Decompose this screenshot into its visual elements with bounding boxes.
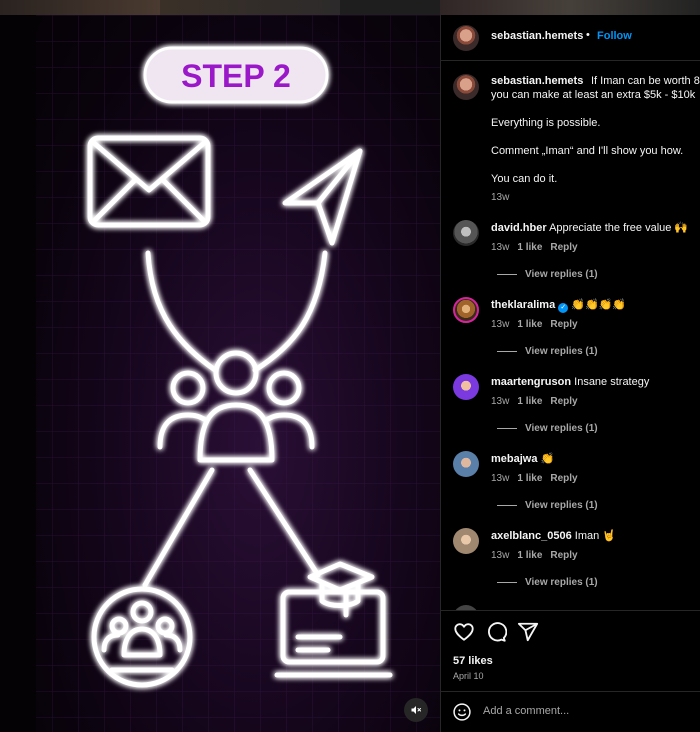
add-comment-input[interactable]: Add a comment... xyxy=(483,705,569,717)
post-footer: 57 likes April 10 Add a comment... xyxy=(441,610,700,732)
separator-dot: • xyxy=(586,29,590,41)
reply-button[interactable]: Reply xyxy=(550,396,577,407)
author-avatar[interactable] xyxy=(453,25,479,51)
speaker-muted-icon xyxy=(411,706,421,714)
comment-username[interactable]: david.hber xyxy=(491,222,547,234)
view-replies-button[interactable]: View replies (1) xyxy=(497,423,598,434)
comment-likes[interactable]: 1 like xyxy=(517,242,542,253)
comment-meta: 13w 1 like Reply xyxy=(491,473,578,484)
comment-likes[interactable]: 1 like xyxy=(517,473,542,484)
neon-diagram: STEP 2 xyxy=(36,15,440,732)
comment-time[interactable]: 13w xyxy=(491,396,509,407)
caption-time[interactable]: 13w xyxy=(491,192,509,203)
comment-meta: 13w 1 like Reply xyxy=(491,319,578,330)
comment-meta: 13w 1 like Reply xyxy=(491,396,578,407)
comment-row: maartengruson Insane strategy xyxy=(491,375,649,389)
comment-text: 👏👏👏👏 xyxy=(571,299,627,311)
caption-username[interactable]: sebastian.hemets xyxy=(491,74,583,88)
author-username[interactable]: sebastian.hemets xyxy=(491,30,583,42)
view-replies-button[interactable]: View replies (1) xyxy=(497,577,598,588)
comment-text: Iman 🤘 xyxy=(574,530,617,542)
post-sidebar: sebastian.hemets • Follow sebastian.heme… xyxy=(440,15,700,732)
comment-time[interactable]: 13w xyxy=(491,319,509,330)
action-bar xyxy=(453,621,539,645)
comment-likes[interactable]: 1 like xyxy=(517,319,542,330)
view-replies-button[interactable]: View replies (1) xyxy=(497,346,598,357)
add-comment-bar: Add a comment... xyxy=(441,691,700,732)
post-date[interactable]: April 10 xyxy=(453,671,484,681)
comment-avatar[interactable] xyxy=(453,297,479,323)
step-label: STEP 2 xyxy=(181,58,291,94)
smile-icon[interactable] xyxy=(452,702,472,722)
comment-avatar[interactable] xyxy=(453,374,479,400)
caption-paragraph-3: Comment „Iman“ and I'll show you how. xyxy=(491,145,684,157)
comment-time[interactable]: 13w xyxy=(491,473,509,484)
likes-count[interactable]: 57 likes xyxy=(453,655,493,667)
share-icon[interactable] xyxy=(517,621,539,643)
heart-icon[interactable] xyxy=(453,621,475,643)
post-video[interactable]: STEP 2 xyxy=(0,15,440,732)
mute-button[interactable] xyxy=(404,698,428,722)
caption-avatar[interactable] xyxy=(453,74,479,100)
comment-row: axelblanc_0506 Iman 🤘 xyxy=(491,529,616,543)
caption-paragraph-2: Everything is possible. xyxy=(491,117,601,129)
comment-username[interactable]: maartengruson xyxy=(491,376,571,388)
comment-meta: 13w 1 like Reply xyxy=(491,550,578,561)
comment-username[interactable]: theklaralima xyxy=(491,299,555,311)
comment-row: theklaralima ✓ 👏👏👏👏 xyxy=(491,298,626,313)
comment-row: david.hber Appreciate the free value 🙌 xyxy=(491,221,688,235)
comment-time[interactable]: 13w xyxy=(491,550,509,561)
caption-paragraph-4: You can do it. xyxy=(491,173,558,185)
view-replies-button[interactable]: View replies (1) xyxy=(497,500,598,511)
comment-avatar[interactable] xyxy=(453,451,479,477)
comment-avatar[interactable] xyxy=(453,220,479,246)
comment-likes[interactable]: 1 like xyxy=(517,550,542,561)
post-header: sebastian.hemets • Follow xyxy=(441,15,700,61)
reply-button[interactable]: Reply xyxy=(550,473,577,484)
comment-text: Insane strategy xyxy=(574,376,650,388)
comments-list[interactable]: sebastian.hemets If Iman can be worth 85… xyxy=(441,62,700,610)
caption-line-1: If Iman can be worth 85 xyxy=(591,75,700,87)
comment-likes[interactable]: 1 like xyxy=(517,396,542,407)
reply-button[interactable]: Reply xyxy=(550,319,577,330)
comment-time[interactable]: 13w xyxy=(491,242,509,253)
reply-button[interactable]: Reply xyxy=(550,242,577,253)
caption-line-2: you can make at least an extra $5k - $10… xyxy=(491,89,696,101)
reply-button[interactable]: Reply xyxy=(550,550,577,561)
background-page-strip xyxy=(0,0,700,15)
comment-text: Appreciate the free value 🙌 xyxy=(549,222,689,234)
comment-username[interactable]: axelblanc_0506 xyxy=(491,530,572,542)
comment-meta: 13w 1 like Reply xyxy=(491,242,578,253)
verified-badge-icon: ✓ xyxy=(558,303,569,313)
follow-button[interactable]: Follow xyxy=(597,30,632,42)
comment-icon[interactable] xyxy=(485,621,507,643)
comment-avatar[interactable] xyxy=(453,528,479,554)
view-replies-button[interactable]: View replies (1) xyxy=(497,269,598,280)
comment-text: 👏 xyxy=(540,453,555,465)
comment-username[interactable]: mebajwa xyxy=(491,453,537,465)
comment-row: mebajwa 👏 xyxy=(491,452,554,466)
